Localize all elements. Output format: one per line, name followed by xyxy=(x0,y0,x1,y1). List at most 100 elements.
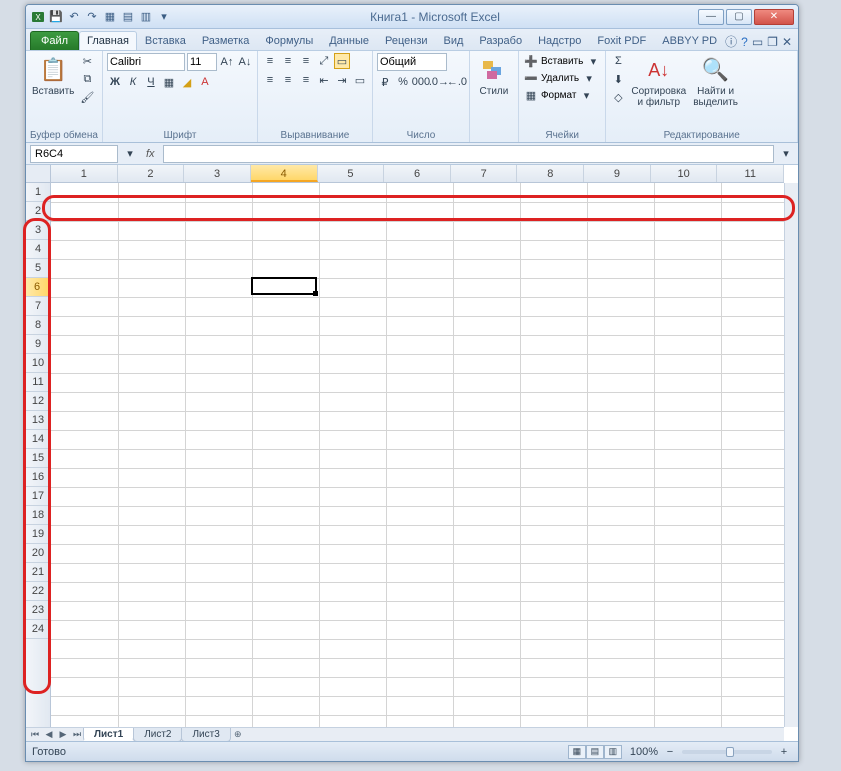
doc-minimize-icon[interactable]: ▭ xyxy=(752,35,763,49)
merge-icon[interactable]: ▭ xyxy=(352,72,368,88)
formula-input[interactable] xyxy=(163,145,774,163)
wrap-text-icon[interactable]: ▭ xyxy=(334,53,350,69)
ribbon-tab[interactable]: Надстро xyxy=(530,31,589,50)
doc-restore-icon[interactable]: ❐ xyxy=(767,35,778,49)
ribbon-tab[interactable]: Формулы xyxy=(257,31,321,50)
increase-decimal-icon[interactable]: .0→ xyxy=(431,74,447,90)
align-bottom-icon[interactable]: ≡ xyxy=(298,53,314,69)
border-icon[interactable]: ▦ xyxy=(161,74,177,90)
tab-nav-first-icon[interactable]: ⏮ xyxy=(28,728,42,742)
zoom-slider[interactable] xyxy=(682,750,772,754)
align-left-icon[interactable]: ≡ xyxy=(262,72,278,88)
autosum-icon[interactable]: Σ xyxy=(610,53,626,69)
doc-close-icon[interactable]: ✕ xyxy=(782,35,792,49)
column-header[interactable]: 7 xyxy=(451,165,518,182)
row-header[interactable]: 9 xyxy=(26,335,50,354)
ribbon-tab[interactable]: Разрабо xyxy=(471,31,530,50)
row-header[interactable]: 10 xyxy=(26,354,50,373)
qat-icon[interactable]: ▤ xyxy=(120,9,136,25)
row-header[interactable]: 22 xyxy=(26,582,50,601)
column-header[interactable]: 8 xyxy=(517,165,584,182)
ribbon-tab[interactable]: Разметка xyxy=(194,31,258,50)
column-header[interactable]: 4 xyxy=(251,165,318,182)
fill-icon[interactable]: ⬇ xyxy=(610,71,626,87)
tab-nav-last-icon[interactable]: ⏭ xyxy=(70,728,84,742)
insert-cells-button[interactable]: ➕Вставить▾ xyxy=(523,53,601,69)
bold-icon[interactable]: Ж xyxy=(107,74,123,90)
help-icon[interactable]: ? xyxy=(741,35,748,49)
row-header[interactable]: 6 xyxy=(26,278,50,297)
cut-icon[interactable]: ✂ xyxy=(79,53,95,69)
increase-font-icon[interactable]: A↑ xyxy=(219,54,235,70)
orientation-icon[interactable]: ⤢ xyxy=(316,53,332,69)
row-header[interactable]: 24 xyxy=(26,620,50,639)
find-select-button[interactable]: 🔍 Найти и выделить xyxy=(691,53,740,110)
sort-filter-button[interactable]: A↓ Сортировка и фильтр xyxy=(629,53,688,110)
new-sheet-icon[interactable]: ⊕ xyxy=(231,728,245,742)
font-size-combo[interactable] xyxy=(187,53,217,71)
tab-nav-prev-icon[interactable]: ◀ xyxy=(42,728,56,742)
ribbon-tab[interactable]: Foxit PDF xyxy=(589,31,654,50)
column-header[interactable]: 3 xyxy=(184,165,251,182)
minimize-button[interactable]: — xyxy=(698,9,724,25)
row-header[interactable]: 14 xyxy=(26,430,50,449)
vertical-scrollbar[interactable] xyxy=(784,183,798,727)
ribbon-tab[interactable]: Данные xyxy=(321,31,377,50)
row-header[interactable]: 13 xyxy=(26,411,50,430)
row-header[interactable]: 16 xyxy=(26,468,50,487)
row-header[interactable]: 3 xyxy=(26,221,50,240)
comma-icon[interactable]: 000 xyxy=(413,74,429,90)
column-header[interactable]: 1 xyxy=(51,165,118,182)
ribbon-tab[interactable]: ABBYY PD xyxy=(654,31,725,50)
row-header[interactable]: 18 xyxy=(26,506,50,525)
row-header[interactable]: 15 xyxy=(26,449,50,468)
align-center-icon[interactable]: ≡ xyxy=(280,72,296,88)
align-top-icon[interactable]: ≡ xyxy=(262,53,278,69)
column-header[interactable]: 6 xyxy=(384,165,451,182)
row-header[interactable]: 23 xyxy=(26,601,50,620)
cell-grid[interactable] xyxy=(51,183,784,727)
sheet-tab[interactable]: Лист1 xyxy=(83,728,134,742)
page-break-view-button[interactable]: ▥ xyxy=(604,745,622,759)
row-header[interactable]: 20 xyxy=(26,544,50,563)
zoom-in-icon[interactable]: + xyxy=(776,744,792,760)
name-box[interactable]: R6C4 xyxy=(30,145,118,163)
row-header[interactable]: 11 xyxy=(26,373,50,392)
font-color-icon[interactable]: A xyxy=(197,74,213,90)
column-header[interactable]: 10 xyxy=(651,165,718,182)
decrease-decimal-icon[interactable]: ←.0 xyxy=(449,74,465,90)
normal-view-button[interactable]: ▦ xyxy=(568,745,586,759)
row-header[interactable]: 19 xyxy=(26,525,50,544)
indent-decrease-icon[interactable]: ⇤ xyxy=(316,72,332,88)
decrease-font-icon[interactable]: A↓ xyxy=(237,54,253,70)
ribbon-tab[interactable]: Вставка xyxy=(137,31,194,50)
row-header[interactable]: 5 xyxy=(26,259,50,278)
fx-icon[interactable]: fx xyxy=(142,148,159,160)
ribbon-tab[interactable]: Главная xyxy=(79,31,137,50)
row-header[interactable]: 21 xyxy=(26,563,50,582)
undo-icon[interactable]: ↶ xyxy=(66,9,82,25)
row-header[interactable]: 17 xyxy=(26,487,50,506)
row-header[interactable]: 12 xyxy=(26,392,50,411)
align-middle-icon[interactable]: ≡ xyxy=(280,53,296,69)
save-icon[interactable]: 💾 xyxy=(48,9,64,25)
row-header[interactable]: 4 xyxy=(26,240,50,259)
indent-increase-icon[interactable]: ⇥ xyxy=(334,72,350,88)
redo-icon[interactable]: ↷ xyxy=(84,9,100,25)
file-tab[interactable]: Файл xyxy=(30,31,79,50)
number-format-combo[interactable] xyxy=(377,53,447,71)
ribbon-tab[interactable]: Рецензи xyxy=(377,31,436,50)
horizontal-scrollbar[interactable] xyxy=(245,728,784,741)
close-button[interactable]: ✕ xyxy=(754,9,794,25)
row-header[interactable]: 8 xyxy=(26,316,50,335)
format-painter-icon[interactable]: 🖌 xyxy=(79,89,95,105)
underline-icon[interactable]: Ч xyxy=(143,74,159,90)
currency-icon[interactable]: ₽ xyxy=(377,74,393,90)
fill-color-icon[interactable]: ◢ xyxy=(179,74,195,90)
select-all-button[interactable] xyxy=(26,165,51,183)
percent-icon[interactable]: % xyxy=(395,74,411,90)
row-header[interactable]: 1 xyxy=(26,183,50,202)
tab-nav-next-icon[interactable]: ▶ xyxy=(56,728,70,742)
paste-button[interactable]: 📋 Вставить xyxy=(30,53,76,99)
formula-expand-icon[interactable]: ▾ xyxy=(778,146,794,162)
